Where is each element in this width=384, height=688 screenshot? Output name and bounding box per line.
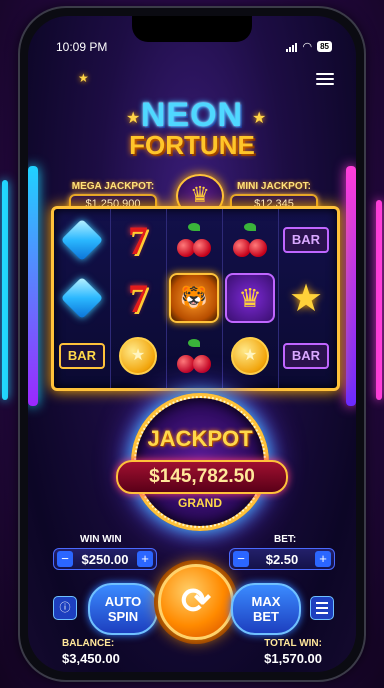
star-icon: ★ (288, 277, 324, 320)
neon-decor-right (346, 166, 356, 406)
win-stepper: − $250.00 + (53, 548, 157, 570)
total-win-label: TOTAL WIN: (264, 638, 322, 649)
diamond-icon (57, 215, 107, 265)
cherry-icon (225, 215, 275, 265)
auto-spin-line1: AUTO (104, 594, 142, 609)
star-icon: ★ (126, 110, 141, 127)
cherry-icon (169, 331, 219, 381)
battery-icon: 85 (317, 41, 332, 52)
reel-column: BAR (54, 209, 111, 388)
status-icons: ◠ 85 (286, 40, 332, 53)
gold-coin-icon: ★ (113, 331, 163, 381)
refresh-arrow-icon: ⟳ (180, 580, 212, 621)
bar-symbol: BAR (281, 215, 331, 265)
neon-decor-left (28, 166, 38, 406)
phone-frame: 10:09 PM ◠ 85 NEON FORTUNE ★ ★ ★ MEGA JA… (20, 8, 364, 680)
balance-value: $3,450.00 (62, 651, 120, 666)
tiger-icon: 🐯 (169, 273, 219, 323)
bet-increase-button[interactable]: + (314, 551, 331, 567)
bar-symbol: BAR (281, 331, 331, 381)
mega-jackpot-label: MEGA JACKPOT: (71, 181, 155, 192)
mini-jackpot-label: MINI JACKPOT: (237, 181, 311, 192)
win-value: $250.00 (81, 551, 129, 567)
bet-value: $2.50 (265, 551, 299, 567)
game-screen: 10:09 PM ◠ 85 NEON FORTUNE ★ ★ ★ MEGA JA… (28, 16, 356, 672)
reel-column: 🐯 (166, 209, 223, 388)
menu-list-button[interactable] (310, 596, 334, 620)
grand-jackpot-value: $145,782.50 (116, 460, 288, 494)
win-decrease-button[interactable]: − (57, 551, 73, 567)
info-button[interactable]: ⓘ (53, 596, 77, 620)
slot-reels: BAR 7 7 ★ 🐯 ♛ ★ BAR ★ BAR (51, 206, 340, 391)
crown-icon: ♛ (225, 273, 275, 323)
bet-decrease-button[interactable]: − (233, 551, 249, 567)
max-bet-line2: BET (252, 609, 279, 624)
grand-jackpot-tier: GRAND (178, 496, 222, 510)
grand-jackpot-title: JACKPOT (147, 426, 253, 451)
bet-stepper: − $2.50 + (229, 548, 335, 570)
phone-notch (132, 16, 252, 42)
balance-label: BALANCE: (62, 638, 115, 649)
status-time: 10:09 PM (56, 40, 108, 54)
bet-label: BET: (274, 534, 297, 545)
diamond-icon (57, 273, 107, 323)
status-bar: 10:09 PM ◠ 85 (28, 40, 356, 60)
bar-symbol: BAR (57, 331, 107, 381)
cherry-icon (169, 215, 219, 265)
max-bet-button[interactable]: MAX BET (231, 583, 301, 635)
max-bet-line1: MAX (251, 594, 281, 609)
total-win-value: $1,570.00 (264, 651, 322, 666)
star-icon: ★ (252, 110, 267, 127)
star-icon: ★ (78, 71, 89, 85)
win-increase-button[interactable]: + (137, 551, 153, 567)
spin-button[interactable]: ⟳ (158, 564, 234, 640)
total-win-panel: TOTAL WIN: $1,570.00 (264, 638, 322, 666)
reel-column: ♛ ★ (222, 209, 279, 388)
seven-symbol: 7 (128, 275, 148, 321)
seven-symbol: 7 (128, 217, 148, 263)
wifi-icon: ◠ (302, 41, 313, 53)
logo-line-fortune: FORTUNE (129, 130, 255, 160)
hamburger-menu-icon[interactable] (316, 70, 334, 88)
cellular-signal-icon (286, 42, 298, 52)
win-label: WIN WIN (80, 534, 122, 545)
reel-column: 7 7 ★ (110, 209, 167, 388)
balance-panel: BALANCE: $3,450.00 (62, 638, 120, 666)
gold-coin-icon: ★ (225, 331, 275, 381)
grand-jackpot-badge: JACKPOT $145,782.50 GRAND (116, 393, 288, 531)
auto-spin-button[interactable]: AUTO SPIN (88, 583, 158, 635)
reel-column: BAR ★ BAR (278, 209, 334, 388)
auto-spin-line2: SPIN (107, 609, 139, 624)
